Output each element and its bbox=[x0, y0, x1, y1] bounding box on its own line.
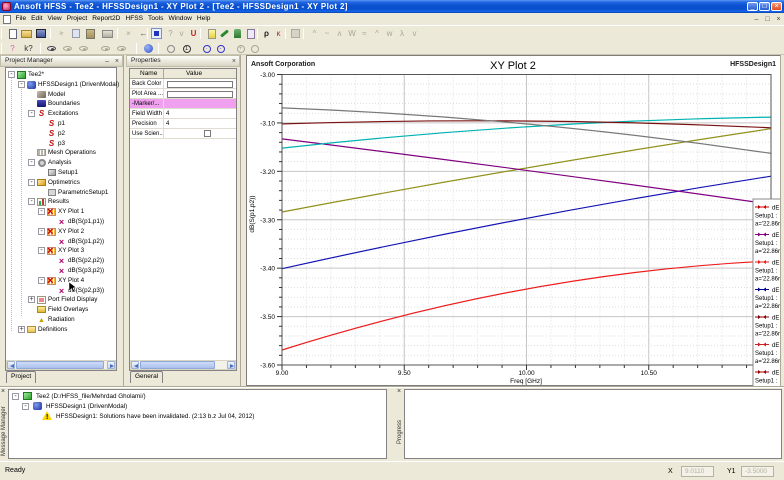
svg-text:a='22.86r: a='22.86r bbox=[755, 277, 780, 283]
svg-text:dE: dE bbox=[772, 288, 779, 294]
svg-text:dB(S(p1,p2)): dB(S(p1,p2)) bbox=[249, 195, 256, 232]
svg-text:9.00: 9.00 bbox=[276, 370, 289, 377]
svg-text:9.50: 9.50 bbox=[398, 370, 411, 377]
svg-text:a='22.86r: a='22.86r bbox=[755, 359, 780, 365]
svg-text:Setup1 :: Setup1 : bbox=[755, 241, 778, 247]
svg-text:a='22.86r: a='22.86r bbox=[755, 332, 780, 338]
svg-text:-3.40: -3.40 bbox=[260, 266, 275, 273]
svg-text:a='22.86r: a='22.86r bbox=[755, 222, 780, 228]
svg-text:Setup1 :: Setup1 : bbox=[755, 214, 778, 220]
svg-text:-3.00: -3.00 bbox=[260, 72, 275, 79]
svg-text:dE: dE bbox=[772, 371, 779, 377]
svg-text:XY Plot 2: XY Plot 2 bbox=[490, 60, 536, 72]
svg-text:dE: dE bbox=[772, 233, 779, 239]
svg-text:-3.60: -3.60 bbox=[260, 363, 275, 370]
svg-text:-3.50: -3.50 bbox=[260, 314, 275, 321]
svg-text:dE: dE bbox=[772, 343, 779, 349]
svg-text:a='22.86r: a='22.86r bbox=[755, 249, 780, 255]
svg-text:HFSSDesign1: HFSSDesign1 bbox=[730, 61, 776, 68]
svg-text:10.00: 10.00 bbox=[518, 370, 535, 377]
svg-text:dE: dE bbox=[772, 261, 779, 267]
svg-text:Setup1 :: Setup1 : bbox=[755, 296, 778, 302]
svg-text:dE: dE bbox=[772, 206, 779, 212]
svg-text:-3.30: -3.30 bbox=[260, 217, 275, 224]
svg-text:-3.20: -3.20 bbox=[260, 169, 275, 176]
svg-text:-3.10: -3.10 bbox=[260, 120, 275, 127]
svg-text:Freq [GHz]: Freq [GHz] bbox=[510, 378, 542, 385]
svg-text:a='22.86r: a='22.86r bbox=[755, 304, 780, 310]
svg-text:Setup1 :: Setup1 : bbox=[755, 351, 778, 357]
svg-text:dE: dE bbox=[772, 316, 779, 322]
svg-text:Setup1 :: Setup1 : bbox=[755, 269, 778, 275]
svg-text:Setup1 :: Setup1 : bbox=[755, 324, 778, 330]
svg-text:Ansoft Corporation: Ansoft Corporation bbox=[251, 61, 315, 68]
svg-text:10.50: 10.50 bbox=[641, 370, 658, 377]
svg-text:Setup1 :: Setup1 : bbox=[755, 379, 778, 385]
